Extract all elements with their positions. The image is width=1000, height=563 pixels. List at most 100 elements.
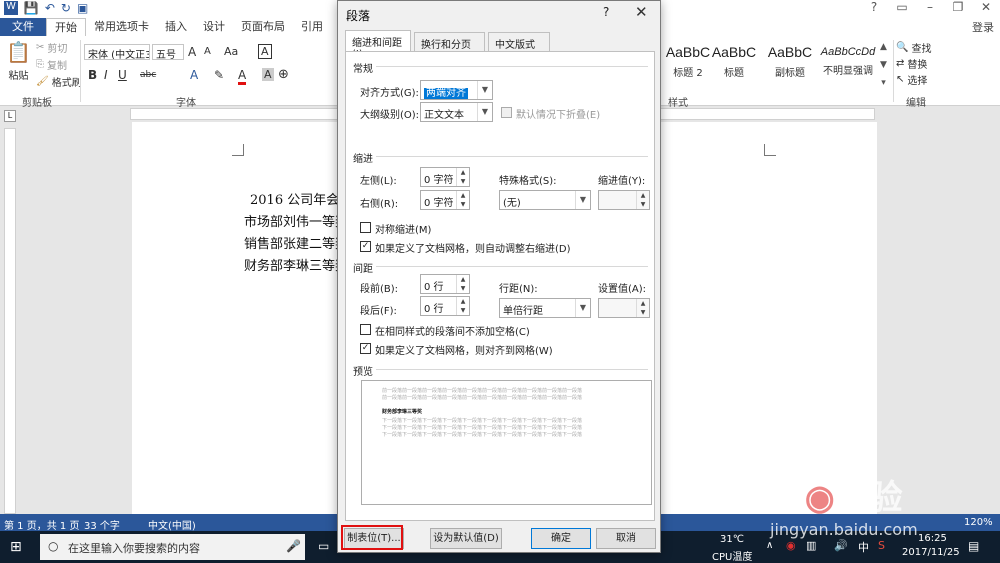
network-icon[interactable]: ▥ xyxy=(806,539,816,552)
app-tray-icon[interactable]: ◉ xyxy=(786,539,796,552)
help-icon[interactable]: ? xyxy=(860,0,888,14)
microphone-icon[interactable]: 🎤 xyxy=(286,539,301,553)
notification-icon[interactable]: ▤ xyxy=(968,539,979,553)
paste-button[interactable]: 📋 粘贴 xyxy=(6,40,31,82)
restore-icon[interactable]: ❐ xyxy=(944,0,972,14)
underline-button[interactable]: U xyxy=(118,68,127,82)
group-label-editing: 编辑 xyxy=(906,98,926,109)
ok-button[interactable]: 确定 xyxy=(531,528,591,549)
shrink-font-button[interactable]: A xyxy=(204,46,211,57)
tab-references[interactable]: 引用 xyxy=(293,18,331,36)
set-as-default-button[interactable]: 设为默认值(D) xyxy=(430,528,502,549)
taskbar-search[interactable]: ○ 在这里输入你要搜索的内容 🎤 xyxy=(40,534,305,560)
cut-button[interactable]: ✂ 剪切 xyxy=(36,40,67,55)
ribbon-display-icon[interactable]: ▭ xyxy=(888,0,916,14)
undo-icon[interactable]: ↶ xyxy=(45,1,55,15)
outline-level-select[interactable]: 正文文本 ▼ xyxy=(420,102,493,122)
tab-asian-typography[interactable]: 中文版式(H) xyxy=(488,32,550,62)
space-after-spinner[interactable]: 0 行 ▲ ▼ xyxy=(420,296,470,316)
find-button[interactable]: 🔍 查找 xyxy=(896,40,931,55)
text-effect-icon[interactable]: A xyxy=(190,68,198,82)
chevron-down-icon: ▼ xyxy=(477,81,492,99)
tab-design[interactable]: 设计 xyxy=(195,18,233,36)
close-icon[interactable]: ✕ xyxy=(635,3,648,21)
word-count[interactable]: 33 个字 xyxy=(84,517,120,532)
tab-selector-icon[interactable]: L xyxy=(4,110,16,122)
clock-date[interactable]: 2017/11/25 xyxy=(902,547,960,558)
collapse-default-checkbox[interactable] xyxy=(501,107,512,118)
language[interactable]: 中文(中国) xyxy=(148,517,196,532)
bold-button[interactable]: B xyxy=(88,68,97,82)
style-subtitle[interactable]: AaBbC 副标题 xyxy=(758,44,822,82)
minimize-icon[interactable]: – xyxy=(916,0,944,14)
volume-icon[interactable]: 🔊 xyxy=(834,539,848,552)
zoom-level[interactable]: 120% xyxy=(964,517,993,528)
chevron-up-icon[interactable]: ∧ xyxy=(766,540,773,551)
login-link[interactable]: 登录 xyxy=(972,19,994,35)
alignment-select[interactable]: 两端对齐 ▼ xyxy=(420,80,493,100)
spin-arrows-icon[interactable]: ▲ ▼ xyxy=(456,191,469,209)
char-shading-icon[interactable]: A xyxy=(262,68,274,81)
replace-button[interactable]: ⇄ 替换 xyxy=(896,56,927,71)
strikethrough-button[interactable]: abc xyxy=(140,70,156,80)
windows-start-icon[interactable]: ⊞ xyxy=(10,539,22,555)
tab-line-page-breaks[interactable]: 换行和分页(P) xyxy=(414,32,485,62)
tab-insert[interactable]: 插入 xyxy=(157,18,195,36)
tab-file[interactable]: 文件 xyxy=(0,18,46,36)
char-border-button[interactable]: A xyxy=(258,44,272,59)
help-icon[interactable]: ? xyxy=(603,5,609,19)
task-view-icon[interactable]: ▭ xyxy=(318,539,329,553)
watermark-logo: Bai◉经验 xyxy=(752,479,903,517)
spin-arrows-icon[interactable]: ▲ ▼ xyxy=(636,191,649,209)
grow-font-button[interactable]: A xyxy=(188,45,196,59)
space-before-spinner[interactable]: 0 行 ▲ ▼ xyxy=(420,274,470,294)
right-indent-spinner[interactable]: 0 字符 ▲ ▼ xyxy=(420,190,470,210)
tab-home[interactable]: 开始 xyxy=(46,18,86,36)
indent-by-spinner[interactable]: ▲ ▼ xyxy=(598,190,650,210)
mirror-indents-checkbox[interactable] xyxy=(360,222,371,233)
cancel-button[interactable]: 取消 xyxy=(596,528,656,549)
redo-icon[interactable]: ↻ xyxy=(61,1,71,15)
spin-arrows-icon[interactable]: ▲ ▼ xyxy=(456,168,469,186)
styles-scroll[interactable]: ▲ ▼ ▾ xyxy=(880,42,887,88)
print-preview-icon[interactable]: ▣ xyxy=(77,1,88,15)
chevron-down-icon: ▼ xyxy=(477,103,492,121)
italic-button[interactable]: I xyxy=(104,68,108,82)
line-spacing-select[interactable]: 单倍行距 ▼ xyxy=(499,298,591,318)
doc-line: 财务部李琳三等奖 xyxy=(244,259,349,274)
special-indent-select[interactable]: (无) ▼ xyxy=(499,190,591,210)
save-icon[interactable]: 💾 xyxy=(24,1,39,15)
vertical-ruler[interactable] xyxy=(4,128,16,514)
highlight-icon[interactable]: ✎ xyxy=(214,68,224,82)
ime-indicator[interactable]: 中 xyxy=(858,539,869,555)
page-count[interactable]: 第 1 页，共 1 页 xyxy=(4,517,79,532)
cursor-icon: ↖ xyxy=(896,74,905,85)
left-indent-spinner[interactable]: 0 字符 ▲ ▼ xyxy=(420,167,470,187)
clock-time[interactable]: 16:25 xyxy=(918,533,947,544)
window-close-icon[interactable]: ✕ xyxy=(972,0,1000,14)
tab-layout[interactable]: 页面布局 xyxy=(233,18,293,36)
no-space-same-style-checkbox[interactable] xyxy=(360,324,371,335)
mirror-indents-label: 对称缩进(M) xyxy=(375,225,432,236)
scissors-icon: ✂ xyxy=(36,42,45,53)
line-spacing-at-spinner[interactable]: ▲ ▼ xyxy=(598,298,650,318)
format-painter-button[interactable]: 🖌 格式刷 xyxy=(36,74,82,89)
enclose-char-icon[interactable]: ⊕ xyxy=(278,67,289,82)
copy-button[interactable]: ⎘ 复制 xyxy=(36,57,67,72)
sogou-icon[interactable]: S xyxy=(878,539,885,552)
font-name-combo[interactable]: 宋体 (中文正3 xyxy=(84,44,150,60)
doc-line: 销售部张建二等奖 xyxy=(244,237,349,252)
font-size-combo[interactable]: 五号 xyxy=(152,44,184,60)
spin-arrows-icon[interactable]: ▲ ▼ xyxy=(456,297,469,315)
auto-adjust-indent-checkbox[interactable]: ✓ xyxy=(360,241,371,252)
font-color-icon[interactable]: A xyxy=(238,68,247,85)
snap-to-grid-checkbox[interactable]: ✓ xyxy=(360,343,371,354)
select-button[interactable]: ↖ 选择 xyxy=(896,72,927,87)
style-subtle-emphasis[interactable]: AaBbCcDd 不明显强调 xyxy=(816,44,880,82)
change-case-button[interactable]: Aa xyxy=(224,45,238,58)
spin-arrows-icon[interactable]: ▲ ▼ xyxy=(456,275,469,293)
tab-indents-spacing[interactable]: 缩进和间距(I) xyxy=(345,30,411,60)
tab-common[interactable]: 常用选项卡 xyxy=(86,18,157,36)
spin-arrows-icon[interactable]: ▲ ▼ xyxy=(636,299,649,317)
style-title[interactable]: AaBbC 标题 xyxy=(702,44,766,82)
